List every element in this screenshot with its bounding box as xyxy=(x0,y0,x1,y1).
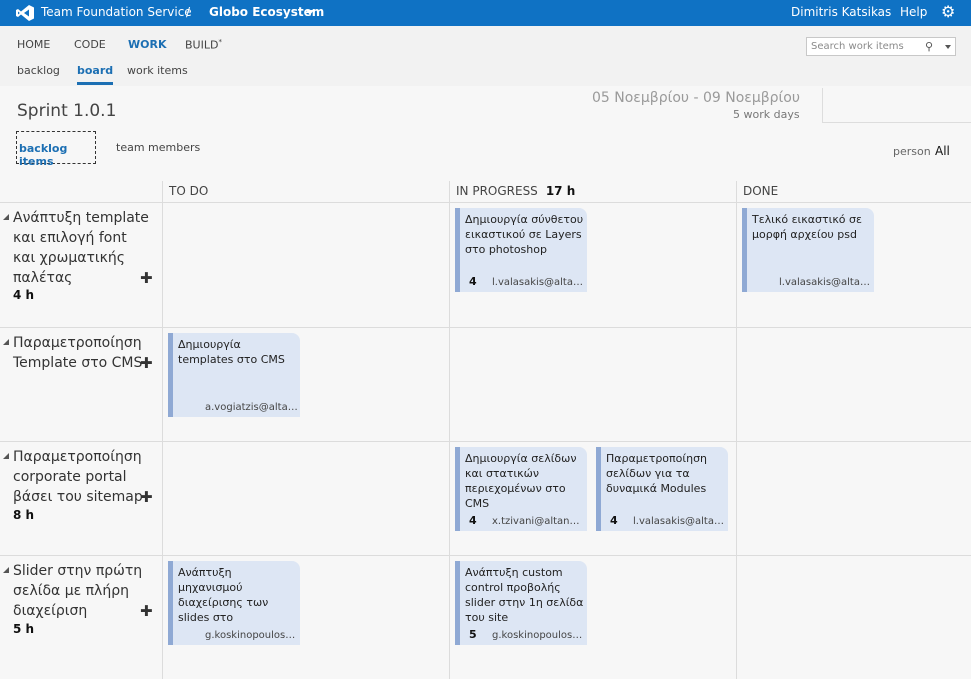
backlog-item-title[interactable]: Παραμετροποίηση corporate portal βάσει τ… xyxy=(13,447,153,507)
row-divider xyxy=(0,441,971,442)
task-card-remaining: 4 xyxy=(610,514,618,527)
column-header-todo: TO DO xyxy=(169,184,208,198)
search-work-items-input[interactable]: Search work items ⚲ xyxy=(806,37,956,56)
add-task-plus-icon[interactable]: ✚ xyxy=(140,270,153,286)
nav-tab-build-marker: * xyxy=(218,38,222,46)
column-remaining-work: 17 h xyxy=(545,184,576,198)
collapse-row-triangle-icon[interactable] xyxy=(3,214,9,220)
subnav-work-items[interactable]: work items xyxy=(127,64,188,77)
sprint-title: Sprint 1.0.1 xyxy=(17,101,117,121)
add-task-plus-icon[interactable]: ✚ xyxy=(140,603,153,619)
column-divider xyxy=(736,181,737,679)
task-card-title: Παραμετροποίηση σελίδων για τα δυναμικά … xyxy=(606,452,708,495)
person-filter-label: person xyxy=(893,145,931,158)
backlog-item-title[interactable]: Slider στην πρώτη σελίδα με πλήρη διαχεί… xyxy=(13,561,153,621)
column-title: DONE xyxy=(743,184,779,198)
task-card[interactable]: Ανάπτυξη μηχανισμού διαχείρισης των slid… xyxy=(168,561,300,645)
task-card-title: Δημιουργία σελίδων και στατικών περιεχομ… xyxy=(465,452,577,510)
subnav-backlog[interactable]: backlog xyxy=(17,64,60,77)
gear-icon[interactable]: ⚙ xyxy=(941,3,955,21)
subnav-board[interactable]: board xyxy=(77,64,114,85)
task-card-assignee[interactable]: g.koskinopoulos@altanet.gr xyxy=(205,630,298,641)
board-header-divider xyxy=(0,202,971,203)
task-card-assignee[interactable]: l.valasakis@altanet.gr xyxy=(492,277,585,288)
backlog-item-remaining: 8 h xyxy=(13,508,35,522)
add-task-plus-icon[interactable]: ✚ xyxy=(140,489,153,505)
visual-studio-logo-icon[interactable] xyxy=(16,5,34,21)
task-card-assignee[interactable]: a.vogiatzis@altanet.gr xyxy=(205,402,298,413)
row-divider xyxy=(0,327,971,328)
backlog-item-remaining: 4 h xyxy=(13,288,35,302)
task-card-title: Ανάπτυξη custom control προβολής slider … xyxy=(465,566,584,624)
backlog-item-title[interactable]: Παραμετροποίηση Template στο CMS xyxy=(13,333,153,373)
search-options-chevron-icon[interactable] xyxy=(945,45,951,49)
column-title: IN PROGRESS xyxy=(456,184,538,198)
task-card-assignee[interactable]: x.tzivani@altanet.gr xyxy=(492,516,585,527)
search-placeholder: Search work items xyxy=(811,41,904,52)
navigation-area: HOME CODE WORK BUILD* backlog board work… xyxy=(0,26,971,86)
collapse-row-triangle-icon[interactable] xyxy=(3,453,9,459)
pivot-team-members[interactable]: team members xyxy=(116,141,200,154)
task-card-title: Ανάπτυξη μηχανισμού διαχείρισης των slid… xyxy=(178,566,269,624)
nav-tab-build[interactable]: BUILD* xyxy=(185,38,222,52)
nav-tab-code[interactable]: CODE xyxy=(74,38,106,51)
breadcrumb-separator: / xyxy=(186,5,191,19)
task-card-assignee[interactable]: l.valasakis@altanet.gr xyxy=(633,516,726,527)
top-bar: Team Foundation Service / Globo Ecosyste… xyxy=(0,0,971,26)
column-title: TO DO xyxy=(169,184,209,198)
column-divider xyxy=(162,181,163,679)
pivot-backlog-items[interactable]: backlog items xyxy=(16,131,96,168)
add-task-plus-icon[interactable]: ✚ xyxy=(140,355,153,371)
task-card-title: Δημιουργία templates στο CMS xyxy=(178,338,285,366)
task-card[interactable]: Τελικό εικαστικό σε μορφή αρχείου psd l.… xyxy=(742,208,874,292)
column-divider xyxy=(449,181,450,679)
row-divider xyxy=(0,555,971,556)
nav-tab-home[interactable]: HOME xyxy=(17,38,50,51)
product-name-link[interactable]: Team Foundation Service xyxy=(41,5,192,19)
task-card[interactable]: Παραμετροποίηση σελίδων για τα δυναμικά … xyxy=(596,447,728,531)
task-card-remaining: 5 xyxy=(469,628,477,641)
help-link[interactable]: Help xyxy=(900,5,927,19)
task-card-title: Δημιουργία σύνθετου εικαστικού σε Layers… xyxy=(465,213,584,256)
collapse-row-triangle-icon[interactable] xyxy=(3,567,9,573)
task-card-remaining: 4 xyxy=(469,514,477,527)
nav-tab-work[interactable]: WORK xyxy=(128,38,166,51)
column-header-in-progress: IN PROGRESS 17 h xyxy=(456,184,575,198)
chevron-down-icon[interactable] xyxy=(306,10,314,15)
backlog-item-title[interactable]: Ανάπτυξη template και επιλογή font και χ… xyxy=(13,208,153,288)
task-card-title: Τελικό εικαστικό σε μορφή αρχείου psd xyxy=(752,213,862,241)
sprint-dates: 05 Νοεμβρίου - 09 Νοεμβρίου xyxy=(592,90,800,106)
user-name-menu[interactable]: Dimitris Katsikas xyxy=(791,5,891,19)
task-card[interactable]: Δημιουργία σελίδων και στατικών περιεχομ… xyxy=(455,447,587,531)
column-header-done: DONE xyxy=(743,184,778,198)
task-card-remaining: 4 xyxy=(469,275,477,288)
task-card-assignee[interactable]: l.valasakis@altanet.gr xyxy=(779,277,872,288)
backlog-item-remaining: 5 h xyxy=(13,622,35,636)
task-card[interactable]: Δημιουργία σύνθετου εικαστικού σε Layers… xyxy=(455,208,587,292)
task-card[interactable]: Δημιουργία templates στο CMS a.vogiatzis… xyxy=(168,333,300,417)
search-icon[interactable]: ⚲ xyxy=(925,40,933,53)
task-card-assignee[interactable]: g.koskinopoulos@altanet.gr xyxy=(492,630,585,641)
sprint-work-days: 5 work days xyxy=(733,108,800,121)
person-filter-value[interactable]: All xyxy=(935,144,950,158)
collapse-row-triangle-icon[interactable] xyxy=(3,339,9,345)
task-card[interactable]: Ανάπτυξη custom control προβολής slider … xyxy=(455,561,587,645)
capacity-chart-area xyxy=(822,88,971,123)
nav-tab-build-label: BUILD xyxy=(185,38,219,52)
